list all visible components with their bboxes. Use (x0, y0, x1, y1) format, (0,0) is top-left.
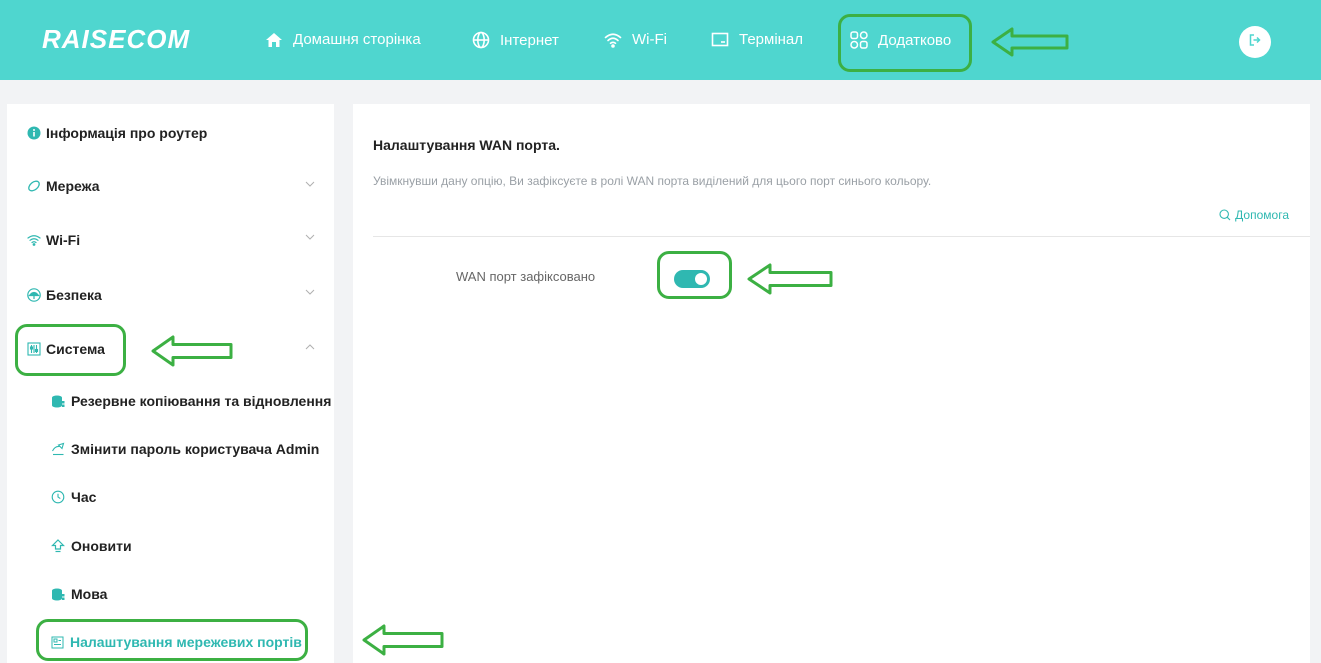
wifi-icon (27, 234, 41, 246)
umbrella-icon (27, 288, 41, 302)
nav-wifi-label: Wi-Fi (632, 31, 667, 48)
sidebar-subitem-label: Час (71, 489, 97, 505)
upload-icon (51, 539, 65, 553)
divider (373, 236, 1310, 237)
page-title: Налаштування WAN порта. (373, 137, 560, 153)
nav-terminal-label: Термінал (739, 31, 804, 48)
sidebar-subitem-change-password[interactable]: Змінити пароль користувача Admin (51, 441, 319, 457)
nav-home-label: Домашня сторінка (293, 31, 421, 48)
sidebar-subitem-backup-restore[interactable]: Резервне копіювання та відновлення (51, 393, 331, 409)
search-icon (1219, 209, 1231, 221)
clock-icon (51, 490, 65, 504)
wan-fixed-toggle[interactable] (674, 270, 710, 288)
page-description: Увімкнувши дану опцію, Ви зафіксуєте в р… (373, 174, 932, 188)
sidebar-item-label: Система (46, 341, 105, 357)
monitor-icon (711, 32, 729, 48)
sidebar-subitem-time[interactable]: Час (51, 489, 96, 505)
sidebar-item-wifi[interactable]: Wi-Fi (27, 232, 80, 248)
info-icon (27, 126, 41, 140)
sidebar-item-label: Мережа (46, 178, 100, 194)
top-header: RAISECOM Домашня сторінка Інтернет Wi-Fi… (0, 0, 1321, 80)
logout-button[interactable] (1239, 26, 1271, 58)
sidebar-item-security[interactable]: Безпека (27, 287, 102, 303)
sidebar-subitem-update[interactable]: Оновити (51, 538, 132, 554)
sidebar-item-router-info[interactable]: Інформація про роутер (27, 125, 207, 141)
sidebar-item-label: Wi-Fi (46, 232, 81, 248)
nav-advanced-label: Додатково (878, 31, 952, 49)
help-link[interactable]: Допомога (1219, 208, 1289, 222)
sidebar-subitem-language[interactable]: Мова (51, 586, 107, 602)
globe-icon (472, 31, 490, 49)
help-label: Допомога (1235, 208, 1289, 222)
system-icon (27, 342, 41, 356)
wifi-icon (604, 32, 622, 48)
sidebar-item-label: Безпека (46, 287, 102, 303)
sidebar: Інформація про роутер Мережа Wi-Fi Безпе… (7, 104, 334, 663)
nav-internet[interactable]: Інтернет (472, 31, 559, 49)
sidebar-subitem-label: Змінити пароль користувача Admin (71, 441, 320, 457)
sidebar-item-label: Інформація про роутер (46, 125, 208, 141)
chevron-down-icon[interactable] (305, 181, 315, 187)
chevron-down-icon[interactable] (305, 289, 315, 295)
sidebar-item-system[interactable]: Система (27, 341, 105, 357)
sidebar-subitem-label: Мова (71, 586, 108, 602)
sidebar-subitem-label: Резервне копіювання та відновлення (71, 393, 332, 409)
main-panel: Налаштування WAN порта. Увімкнувши дану … (353, 104, 1310, 663)
nav-home[interactable]: Домашня сторінка (265, 31, 421, 48)
network-icon (27, 179, 41, 193)
wan-fixed-label: WAN порт зафіксовано (456, 269, 596, 284)
raisecom-logo[interactable]: RAISECOM (42, 24, 190, 55)
grid-icon (850, 31, 868, 49)
sidebar-item-network[interactable]: Мережа (27, 178, 99, 194)
chevron-down-icon[interactable] (305, 234, 315, 240)
toggle-knob (695, 273, 707, 285)
logout-icon (1249, 33, 1261, 51)
nav-advanced[interactable]: Додатково (850, 31, 951, 49)
database-icon (51, 395, 65, 408)
sidebar-subitem-port-settings[interactable]: Налаштування мережевих портів (51, 634, 302, 650)
nav-internet-label: Інтернет (500, 31, 559, 49)
sidebar-subitem-label: Налаштування мережевих портів (70, 634, 302, 650)
nav-terminal[interactable]: Термінал (711, 31, 803, 48)
database-icon (51, 588, 65, 601)
nav-wifi[interactable]: Wi-Fi (604, 31, 667, 48)
port-icon (51, 636, 64, 649)
sidebar-subitem-label: Оновити (71, 538, 132, 554)
edit-icon (51, 442, 65, 456)
home-icon (265, 32, 283, 48)
chevron-up-icon[interactable] (305, 344, 315, 350)
